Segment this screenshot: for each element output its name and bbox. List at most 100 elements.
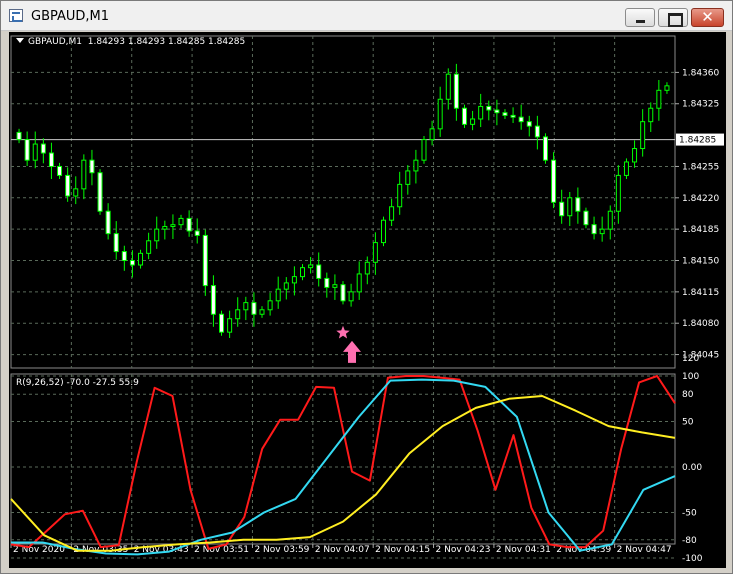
indicator-panel-frame (10, 373, 676, 545)
chart-header: GBPAUD,M1 1.84293 1.84293 1.84285 1.8428… (16, 37, 245, 47)
candle-body (437, 98, 443, 130)
candle-body (567, 197, 573, 217)
candle-body (308, 264, 314, 269)
candle-body (243, 302, 249, 311)
candle-body (227, 318, 233, 333)
price-tick-label: 1.84185 (682, 225, 719, 235)
price-tick-label: 1.84150 (682, 257, 719, 267)
candle-body (65, 174, 71, 197)
candle-body (542, 136, 548, 161)
price-tick-label: 1.84080 (682, 319, 719, 329)
collapse-triangle-icon[interactable] (16, 38, 24, 43)
header-low: 1.84285 (167, 37, 206, 47)
chart-canvas[interactable]: 1.84360 1.84325 1.84255 1.84220 1.84185 1.841… (9, 32, 726, 568)
candle-body (615, 174, 621, 212)
price-tick-label: 1.84115 (682, 288, 719, 298)
indicator-tick-label: 0.00 (682, 463, 702, 473)
candle-body (413, 159, 419, 172)
candle-body (235, 309, 241, 320)
candle-body (478, 105, 484, 120)
candle-body (421, 139, 427, 161)
candle-body (551, 159, 557, 203)
header-open: 1.84293 (87, 37, 125, 47)
time-tick-label: 2 Nov 04:07 (315, 545, 370, 555)
time-tick-label: 2 Nov 04:15 (375, 545, 430, 555)
header-close: 1.84285 (208, 37, 246, 47)
candle-body (332, 284, 338, 288)
candle-body (494, 109, 500, 114)
candle-body (502, 112, 508, 116)
candle-body (470, 118, 476, 125)
candle-body (405, 170, 411, 185)
candle-body (73, 188, 79, 197)
candle-body (380, 219, 386, 244)
candle-body (283, 282, 289, 290)
candle-body (57, 165, 63, 176)
candle-body (129, 260, 135, 266)
up-arrow-icon (343, 340, 361, 363)
candle-body (389, 206, 395, 221)
close-icon: ✕ (701, 8, 714, 26)
indicator-tick-label: 80 (682, 390, 694, 400)
candle-body (445, 73, 451, 100)
candle-body (356, 273, 362, 293)
candle-body (178, 217, 184, 226)
candle-body (170, 224, 176, 227)
candle-body (97, 172, 103, 212)
candle-body (640, 121, 646, 150)
indicator-tick-label: 120 (682, 354, 699, 364)
candle-body (202, 234, 208, 287)
candle-body (251, 302, 257, 315)
indicator-line-red (10, 375, 676, 550)
time-tick-label: 2 Nov 04:47 (617, 545, 672, 555)
candle-body (121, 251, 127, 262)
candle-body (194, 230, 200, 236)
candle-body (291, 276, 297, 284)
candle-body (32, 143, 38, 161)
maximize-button[interactable] (658, 8, 688, 27)
header-symbol: GBPAUD,M1 (28, 37, 83, 47)
candle-body (486, 105, 492, 111)
close-button[interactable]: ✕ (691, 8, 724, 27)
candle-body (210, 285, 216, 315)
candle-body (348, 291, 354, 302)
candle-body (599, 228, 605, 235)
candle-body (40, 143, 46, 154)
chart-window-icon (9, 9, 23, 22)
candle-body (372, 242, 378, 263)
indicator-line-yellow (10, 395, 676, 552)
candle-body (16, 131, 22, 141)
candle-body (89, 159, 95, 174)
candle-body (591, 224, 597, 235)
indicator-tick-label: -100 (682, 554, 703, 564)
window-title: GBPAUD,M1 (31, 9, 110, 24)
indicator-tick-label: -80 (682, 536, 697, 546)
candle-body (219, 313, 225, 333)
candle-body (632, 148, 638, 163)
candle-body (364, 261, 370, 275)
candle-body (186, 217, 192, 232)
time-tick-label: 2 Nov 03:59 (254, 545, 309, 555)
candle-body (510, 114, 516, 118)
candle-body (300, 267, 306, 278)
time-tick-label: 2 Nov 04:31 (496, 545, 551, 555)
candle-body (162, 225, 168, 230)
candle-body (316, 264, 322, 279)
candle-body (623, 161, 629, 176)
minimize-button[interactable] (625, 8, 655, 27)
candle-body (429, 128, 435, 141)
candle-body (559, 201, 565, 217)
candle-body (113, 233, 119, 253)
candle-body (259, 309, 265, 315)
title-bar[interactable]: GBPAUD,M1 ✕ (1, 1, 732, 31)
chart-area[interactable]: 1.84360 1.84325 1.84255 1.84220 1.84185 1.841… (9, 32, 726, 568)
candle-body (648, 107, 654, 123)
indicator-tick-label: 50 (682, 418, 694, 428)
candle-body (146, 240, 152, 254)
price-tick-label: 1.84220 (682, 194, 719, 204)
price-tick-label: 1.84325 (682, 100, 719, 110)
candle-body (267, 300, 273, 311)
candle-body (48, 152, 54, 167)
candle-body (154, 228, 160, 242)
star-icon (336, 325, 350, 339)
